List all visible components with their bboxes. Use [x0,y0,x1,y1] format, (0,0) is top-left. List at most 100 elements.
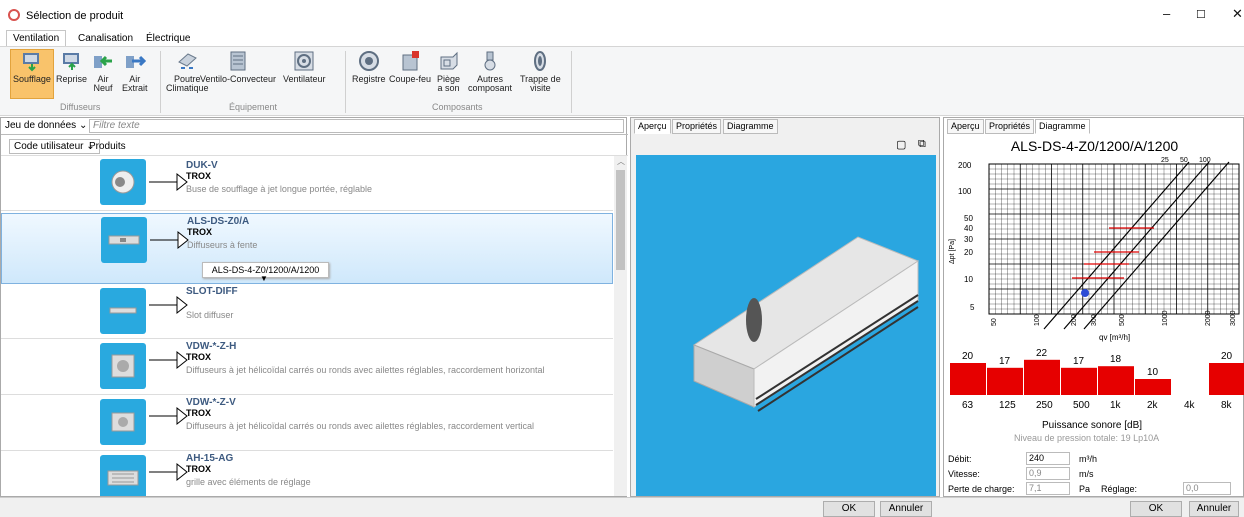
product-description: Slot diffuser [186,310,234,320]
fan-icon [294,51,314,71]
product-list: DUK-V TROX Buse de soufflage à jet longu… [1,156,613,496]
soufflage-button[interactable]: Soufflage [10,49,54,99]
y-tick-label: 30 [964,235,973,244]
y-tick-label: 10 [964,275,973,284]
vitesse-unit: m/s [1079,469,1094,479]
arrow-icon [149,172,188,192]
arrow-icon [150,230,189,250]
x-tick-label: 100 [1034,314,1041,326]
user-code-label: Code utilisateur [14,141,84,152]
y-tick-label: 50 [964,214,973,223]
x-tick-label: 3000 [1230,310,1237,326]
ok-button-preview[interactable]: OK [823,501,875,517]
swirl-diffuser-icon [111,354,135,378]
dataset-label: Jeu de données [5,120,77,131]
sound-bar [1061,367,1097,395]
ventilo-convecteur-button[interactable]: Ventilo-Convecteur [200,50,276,84]
tab-diagramme[interactable]: Diagramme [1035,119,1090,134]
minimize-button[interactable]: – [1163,6,1170,21]
trappe-de-visite-button[interactable]: Trappe de visite [520,50,561,93]
diagram-pane: Aperçu Propriétés Diagramme ALS-DS-4-Z0/… [943,117,1244,497]
product-description: Diffuseurs à jet hélicoïdal carrés ou ro… [186,365,545,375]
cancel-button[interactable]: Annuler [1189,501,1239,517]
product-thumbnail [100,288,146,334]
air-neuf-button[interactable]: Air Neuf [92,50,114,93]
tab-canalisation[interactable]: Canalisation [72,32,139,45]
filter-bar: Jeu de données ⌄ Filtre texte [1,118,628,135]
tab-apercu[interactable]: Aperçu [634,119,671,134]
tab-ventilation[interactable]: Ventilation [6,30,67,46]
preview-pane: Aperçu Propriétés Diagramme ▢ ⧉ [630,117,940,497]
product-name: SLOT-DIFF [186,286,238,297]
debit-label: Débit: [948,454,972,464]
band-label: 63 [962,400,974,411]
top-tick-label: 25 [1161,157,1169,164]
list-item[interactable]: VDW-*-Z-H TROX Diffuseurs à jet hélicoïd… [1,340,613,395]
product-3d-preview[interactable] [636,155,936,496]
scroll-up-icon[interactable]: ︿ [617,156,625,167]
tab-proprietes[interactable]: Propriétés [985,119,1035,134]
product-thumbnail [100,455,146,496]
autres-composant-button[interactable]: Autres composant [468,50,512,93]
air-neuf-label: Air Neuf [93,74,113,93]
user-code-dropdown[interactable]: Code utilisateur ⌄ [9,139,100,154]
tab-electrique[interactable]: Électrique [140,32,196,45]
list-item-selected[interactable]: ALS-DS-Z0/A TROX Diffuseurs à fente ALS-… [1,213,613,284]
ventilo-convecteur-label: Ventilo-Convecteur [200,74,277,84]
close-button[interactable]: ✕ [1232,6,1243,22]
gridlines [988,163,1240,315]
other-component-icon [484,51,496,71]
product-thumbnail [101,217,147,263]
x-tick-label: 50 [991,318,998,326]
ventilateur-button[interactable]: Ventilateur [283,50,326,84]
arrow-icon [149,295,188,315]
group-composants: Composants [432,102,483,112]
product-name: ALS-DS-Z0/A [187,216,250,227]
sound-value-label: 20 [1221,351,1233,362]
debit-unit: m³/h [1079,454,1097,464]
ok-button[interactable]: OK [1130,501,1182,517]
tab-apercu[interactable]: Aperçu [947,119,984,134]
sound-value-label: 10 [1147,367,1159,378]
total-pressure-label: Niveau de pression totale: 19 Lp10A [1014,433,1159,443]
fan-coil-icon [230,51,246,71]
band-label: 125 [999,400,1016,411]
list-item[interactable]: AH-15-AG TROX grille avec éléments de ré… [1,452,613,496]
list-item[interactable]: SLOT-DIFF Slot diffuser [1,285,613,339]
dataset-dropdown[interactable]: Jeu de données ⌄ [5,120,87,131]
sound-bar [1135,379,1171,395]
maximize-button[interactable]: ☐ [1196,8,1206,21]
title-bar: Sélection de produit – ☐ ✕ [0,0,1244,30]
list-item[interactable]: DUK-V TROX Buse de soufflage à jet longu… [1,156,613,211]
air-extrait-button[interactable]: Air Extrait [122,50,148,93]
piege-a-son-button[interactable]: Piège a son [437,50,460,93]
window-mode-icon[interactable]: ▢ [896,138,906,151]
cancel-button-preview[interactable]: Annuler [880,501,932,517]
vitesse-label: Vitesse: [948,469,980,479]
vertical-scrollbar[interactable]: ︿ [614,156,627,496]
reprise-button[interactable]: Reprise [56,50,87,84]
product-description: Diffuseurs à fente [187,240,258,250]
registre-label: Registre [352,74,386,84]
product-thumbnail [100,399,146,445]
perte-field: 7,1 [1026,482,1070,495]
popout-icon[interactable]: ⧉ [918,138,926,151]
tab-proprietes[interactable]: Propriétés [672,119,722,134]
list-item[interactable]: VDW-*-Z-V TROX Diffuseurs à jet hélicoïd… [1,396,613,451]
sound-value-label: 18 [1110,354,1122,365]
scrollbar-thumb[interactable] [616,170,625,270]
coupe-feu-button[interactable]: Coupe-feu [389,50,431,84]
arrow-icon [149,462,188,482]
chilled-beam-icon [178,53,198,69]
registre-button[interactable]: Registre [352,50,386,84]
x-tick-label: 2000 [1205,310,1212,326]
product-brand: TROX [186,171,212,181]
tab-diagramme[interactable]: Diagramme [723,119,778,134]
band-label: 4k [1184,400,1196,411]
top-tick-label: 50 [1180,157,1188,164]
debit-input[interactable]: 240 [1026,452,1070,465]
product-thumbnail [100,159,146,205]
triangle-down-icon: ▼ [260,274,268,283]
filter-text-input[interactable]: Filtre texte [89,119,624,133]
reprise-label: Reprise [56,74,88,84]
